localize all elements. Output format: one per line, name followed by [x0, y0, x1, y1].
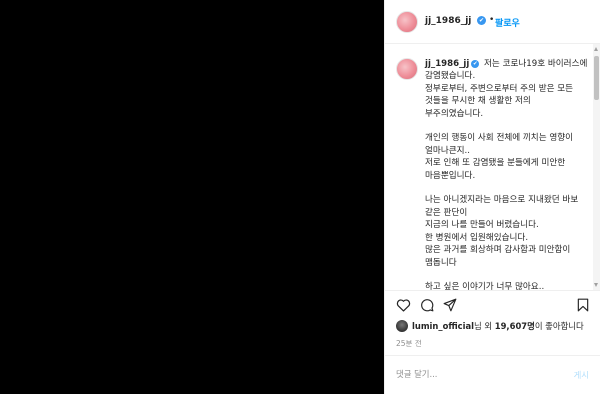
bookmark-icon[interactable] — [577, 298, 589, 312]
post-media[interactable] — [0, 0, 384, 394]
post-side-panel: jj_1986_jj ✔ • 팔로우 jj_1986_jj ✔ 저는 코로나19호… — [384, 0, 600, 394]
post-header: jj_1986_jj ✔ • 팔로우 — [385, 0, 600, 44]
likes-summary: lumin_official님 외 19,607명이 좋아합니다 — [412, 320, 584, 332]
comment-bar: 게시 — [385, 355, 600, 395]
caption-username[interactable]: jj_1986_jj — [425, 59, 469, 69]
scroll-thumb[interactable] — [594, 56, 599, 100]
profile-avatar[interactable] — [396, 11, 418, 33]
separator-dot: • — [489, 15, 495, 25]
scroll-down-icon[interactable] — [594, 283, 598, 287]
caption-scrollbar[interactable] — [593, 44, 600, 290]
post-timestamp[interactable]: 25분 전 — [396, 338, 422, 349]
caption-text: 저는 코로나19호 바이러스에 감염됐습니다. 정부로부터, 주변으로부터 주의… — [425, 59, 588, 290]
likes-count[interactable]: 19,607명 — [495, 321, 535, 331]
caption-block: jj_1986_jj ✔ 저는 코로나19호 바이러스에 감염됐습니다. 정부로부… — [425, 58, 591, 290]
heart-icon[interactable] — [396, 298, 411, 312]
header-username[interactable]: jj_1986_jj — [425, 16, 471, 26]
share-icon[interactable] — [443, 298, 457, 312]
action-section: lumin_official님 외 19,607명이 좋아합니다 25분 전 게… — [385, 290, 600, 394]
liker-avatar[interactable] — [396, 320, 408, 332]
post-comment-button[interactable]: 게시 — [574, 369, 589, 381]
liker-username[interactable]: lumin_official — [412, 321, 474, 331]
likes-suffix: 이 좋아합니다 — [534, 321, 584, 331]
caption-verified-icon: ✔ — [471, 60, 480, 68]
caption-avatar[interactable] — [396, 58, 418, 80]
comment-icon[interactable] — [420, 298, 434, 312]
comment-input[interactable] — [396, 369, 546, 379]
verified-badge-icon: ✔ — [477, 16, 486, 25]
likes-rest: 님 외 — [474, 321, 495, 331]
scroll-up-icon[interactable] — [594, 47, 598, 51]
follow-button[interactable]: 팔로우 — [495, 16, 520, 29]
caption-area: jj_1986_jj ✔ 저는 코로나19호 바이러스에 감염됐습니다. 정부로부… — [385, 44, 600, 290]
